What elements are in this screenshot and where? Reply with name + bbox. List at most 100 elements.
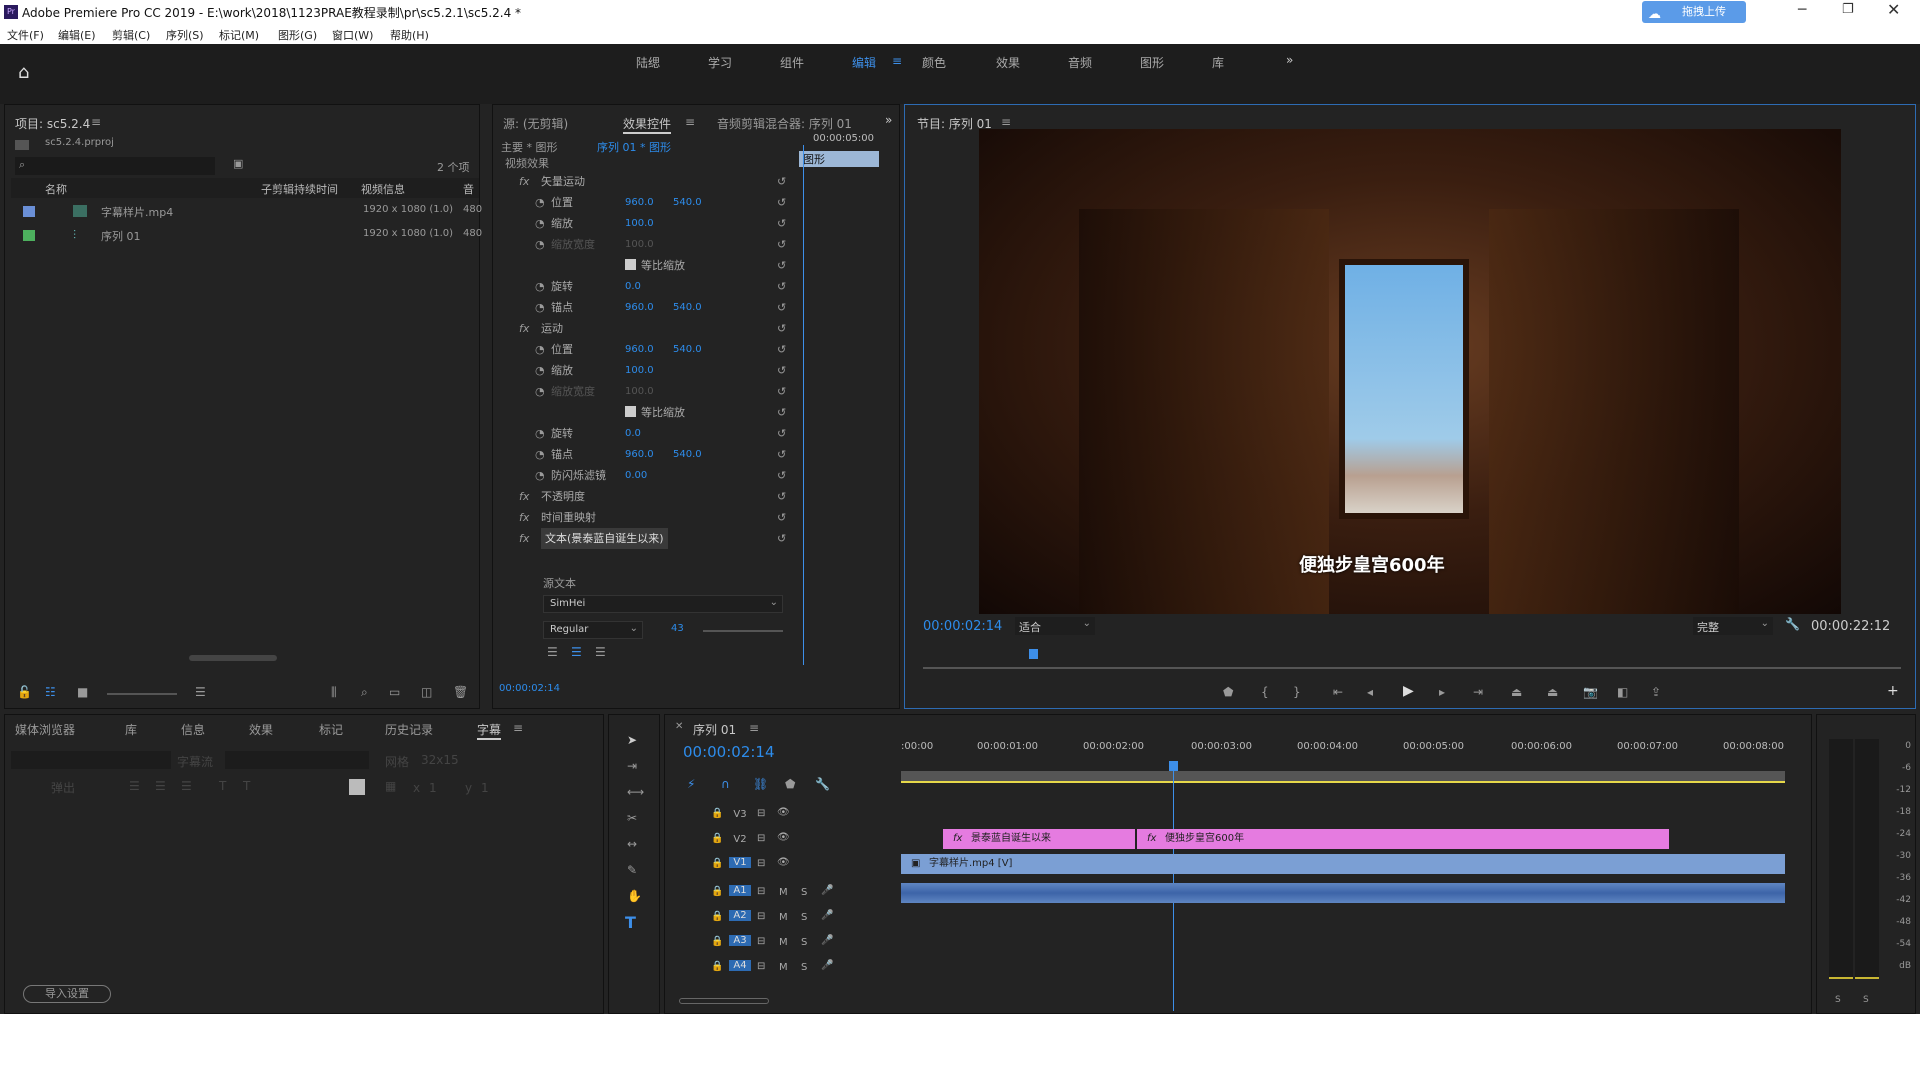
selection-tool-icon[interactable]: ➤	[627, 733, 637, 747]
property-value[interactable]: 540.0	[673, 297, 702, 318]
reset-icon[interactable]: ↺	[777, 339, 786, 360]
reset-icon[interactable]: ↺	[777, 171, 786, 192]
project-search-input[interactable]: ⌕	[15, 157, 215, 175]
tab-markers[interactable]: 标记	[319, 721, 343, 738]
reset-icon[interactable]: ↺	[777, 297, 786, 318]
mute-button[interactable]: M	[779, 962, 788, 973]
zoom-slider[interactable]	[107, 693, 177, 695]
property-value[interactable]: 540.0	[673, 339, 702, 360]
grid-icon[interactable]: ▦	[385, 779, 396, 793]
text-size-icon[interactable]: T	[243, 779, 250, 793]
program-playhead[interactable]	[1029, 649, 1038, 659]
stopwatch-icon[interactable]: ◔	[535, 465, 545, 486]
panel-menu-icon[interactable]: ≡	[1001, 115, 1011, 129]
import-settings-button[interactable]: 导入设置	[23, 985, 111, 1003]
effect-property-row[interactable]: 缩放 ◔ 100.0 ↺	[493, 360, 793, 381]
menu-graphics[interactable]: 图形(G)	[278, 27, 317, 43]
reset-icon[interactable]: ↺	[777, 465, 786, 486]
property-value[interactable]: 540.0	[673, 444, 702, 465]
tab-learning[interactable]: 学习	[708, 54, 732, 71]
sequence-clip-label[interactable]: 序列 01 * 图形	[597, 139, 671, 155]
microphone-icon[interactable]: 🎤	[821, 910, 833, 921]
type-tool-icon[interactable]: T	[625, 913, 636, 932]
checkbox-icon[interactable]	[625, 406, 636, 417]
comparison-view-icon[interactable]: ◧	[1617, 685, 1628, 699]
reset-icon[interactable]: ↺	[777, 444, 786, 465]
solo-button[interactable]: S	[801, 887, 807, 898]
property-value[interactable]: 0.0	[625, 276, 641, 297]
color-swatch[interactable]	[349, 779, 365, 795]
tab-media-browser[interactable]: 媒体浏览器	[15, 721, 75, 738]
font-style-dropdown[interactable]: Regular ⌄	[543, 621, 643, 639]
tab-libraries[interactable]: 库	[1212, 54, 1224, 71]
timeline-zoom-scrollbar[interactable]	[679, 998, 769, 1004]
align-right-icon[interactable]: ☰	[595, 645, 606, 659]
effect-property-row[interactable]: 锚点 ◔ 960.0 540.0 ↺	[493, 297, 793, 318]
razor-tool-icon[interactable]: ✂	[627, 811, 637, 825]
italic-icon[interactable]: T	[219, 779, 226, 793]
horizontal-scrollbar[interactable]	[189, 655, 277, 661]
mute-button[interactable]: M	[779, 887, 788, 898]
fit-dropdown[interactable]: 适合 ⌄	[1015, 617, 1095, 635]
slip-tool-icon[interactable]: ↔	[627, 837, 637, 851]
fx-icon[interactable]: fx	[519, 486, 529, 507]
minimize-icon[interactable]: ─	[1798, 2, 1806, 18]
ripple-edit-icon[interactable]: ⟷	[627, 785, 644, 799]
align-left-icon[interactable]: ☰	[129, 779, 140, 793]
effect-property-row[interactable]: 矢量运动 fx ↺	[493, 171, 793, 192]
align-right-icon[interactable]: ☰	[181, 779, 192, 793]
lock-icon[interactable]: 🔒	[711, 833, 723, 844]
reset-icon[interactable]: ↺	[777, 276, 786, 297]
master-clip-label[interactable]: 主要 * 图形	[501, 139, 558, 155]
effect-property-row[interactable]: 旋转 ◔ 0.0 ↺	[493, 423, 793, 444]
list-view-icon[interactable]: ☷	[45, 685, 56, 699]
menu-marker[interactable]: 标记(M)	[219, 27, 259, 43]
effect-property-row[interactable]: 锚点 ◔ 960.0 540.0 ↺	[493, 444, 793, 465]
close-icon[interactable]: ✕	[675, 721, 683, 732]
new-bin-icon[interactable]: ▭	[389, 685, 400, 699]
effect-property-row[interactable]: 文本(景泰蓝自诞生以来) fx ↺	[493, 528, 793, 549]
sync-icon[interactable]: ⊟	[757, 961, 765, 972]
col-audio[interactable]: 音	[463, 181, 474, 197]
fx-icon[interactable]: fx	[519, 318, 529, 339]
find-icon[interactable]: ⌕	[361, 685, 368, 700]
sort-icon[interactable]: ☰	[195, 685, 206, 699]
work-area-bar[interactable]	[901, 771, 1785, 783]
add-marker-icon[interactable]: ⬟	[785, 777, 795, 791]
mark-in-icon[interactable]: {	[1261, 685, 1269, 699]
step-back-icon[interactable]: ◂	[1367, 685, 1373, 699]
tab-color[interactable]: 颜色	[922, 54, 946, 71]
effect-property-row[interactable]: 时间重映射 fx ↺	[493, 507, 793, 528]
caption-search-input[interactable]	[11, 751, 171, 769]
quality-dropdown[interactable]: 完整 ⌄	[1693, 617, 1773, 635]
icon-view-icon[interactable]: ■	[77, 685, 88, 699]
lock-icon[interactable]: 🔒	[711, 961, 723, 972]
col-duration[interactable]: 子剪辑持续时间	[261, 181, 338, 197]
mute-button[interactable]: M	[779, 937, 788, 948]
stopwatch-icon[interactable]: ◔	[535, 213, 545, 234]
list-item[interactable]: 字幕样片.mp4 1920 x 1080 (1.0) 480	[11, 200, 482, 222]
col-name[interactable]: 名称	[45, 181, 67, 197]
time-ruler[interactable]: :00:00 00:00:01:00 00:00:02:00 00:00:03:…	[901, 741, 1801, 763]
pen-tool-icon[interactable]: ✎	[627, 863, 637, 877]
trash-icon[interactable]: 🗑	[453, 685, 468, 699]
settings-wrench-icon[interactable]: 🔧	[815, 777, 830, 791]
eye-icon[interactable]: 👁	[777, 807, 790, 818]
menu-clip[interactable]: 剪辑(C)	[112, 27, 150, 43]
sync-icon[interactable]: ⊟	[757, 936, 765, 947]
stopwatch-icon[interactable]: ◔	[535, 381, 545, 402]
tab-components[interactable]: 组件	[780, 54, 804, 71]
align-center-icon[interactable]: ☰	[155, 779, 166, 793]
lock-icon[interactable]: 🔒	[711, 886, 723, 897]
reset-icon[interactable]: ↺	[777, 402, 786, 423]
effect-property-row[interactable]: 缩放宽度 ◔ 100.0 ↺	[493, 234, 793, 255]
reset-icon[interactable]: ↺	[777, 423, 786, 444]
reset-icon[interactable]: ↺	[777, 507, 786, 528]
panel-menu-icon[interactable]: ≡	[513, 721, 523, 735]
stopwatch-icon[interactable]: ◔	[535, 423, 545, 444]
play-icon[interactable]: ▶	[1403, 683, 1414, 699]
sync-icon[interactable]: ⊟	[757, 808, 765, 819]
timeline-timecode[interactable]: 00:00:02:14	[683, 743, 775, 761]
stopwatch-icon[interactable]: ◔	[535, 360, 545, 381]
reset-icon[interactable]: ↺	[777, 192, 786, 213]
